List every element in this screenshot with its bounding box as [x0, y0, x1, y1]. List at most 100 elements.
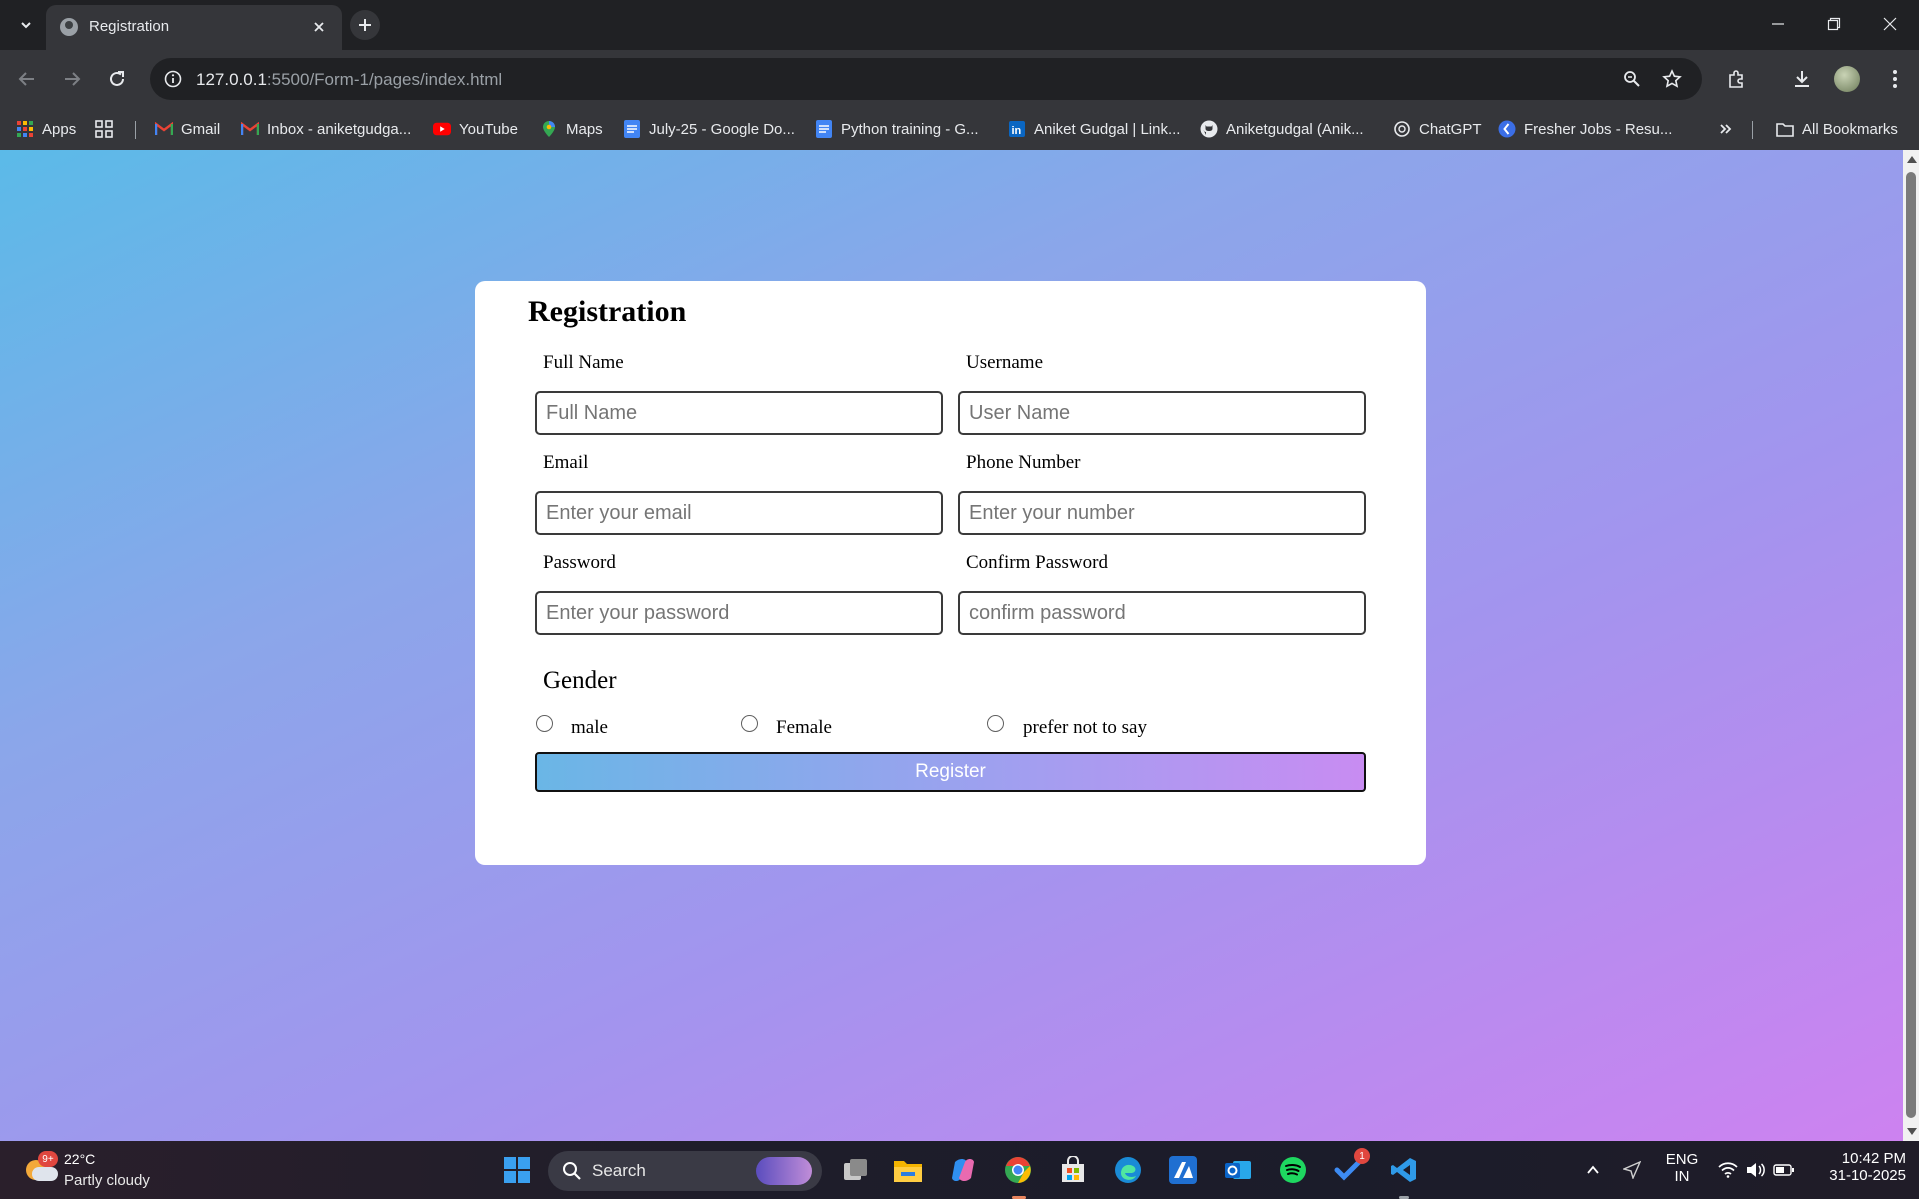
gender-male-radio[interactable]: [536, 715, 553, 732]
more-bookmarks-chevron-icon[interactable]: [1719, 118, 1733, 140]
back-arrow-icon[interactable]: [12, 64, 42, 94]
minimize-icon[interactable]: [1758, 8, 1798, 40]
gmail-icon: [155, 120, 173, 138]
weather-description: Partly cloudy: [64, 1172, 150, 1189]
phone-label: Phone Number: [966, 452, 1081, 473]
site-info-icon[interactable]: [160, 66, 186, 92]
tray-chevron-up-icon[interactable]: [1575, 1152, 1611, 1188]
svg-text:in: in: [1012, 125, 1022, 137]
chrome-icon[interactable]: [1000, 1152, 1036, 1188]
email-input[interactable]: [535, 491, 943, 535]
address-bar[interactable]: 127.0.0.1:5500/Form-1/pages/index.html: [150, 58, 1702, 100]
bookmark-divider: [1752, 121, 1753, 139]
azure-app-icon[interactable]: [1165, 1152, 1201, 1188]
scroll-down-arrow-icon[interactable]: [1907, 1128, 1917, 1135]
forward-arrow-icon[interactable]: [57, 64, 87, 94]
page-viewport: Registration Full Name Username Email Ph…: [0, 150, 1903, 1141]
tab-favicon-icon: [60, 18, 78, 36]
spotify-icon[interactable]: [1275, 1152, 1311, 1188]
download-icon[interactable]: [1788, 65, 1816, 93]
url-text: 127.0.0.1:5500/Form-1/pages/index.html: [196, 70, 503, 89]
edge-icon[interactable]: [1110, 1152, 1146, 1188]
gender-prefer-not-label: prefer not to say: [1023, 717, 1147, 738]
confirm-password-input[interactable]: [958, 591, 1366, 635]
outlook-icon[interactable]: [1220, 1152, 1256, 1188]
language-indicator[interactable]: ENG IN: [1664, 1151, 1700, 1185]
task-view-icon[interactable]: [838, 1152, 874, 1188]
close-window-icon[interactable]: [1870, 8, 1910, 40]
form-title: Registration: [528, 295, 687, 328]
registration-card: Registration Full Name Username Email Ph…: [475, 281, 1426, 865]
bookmark-github[interactable]: Aniketgudgal (Anik...: [1200, 118, 1364, 140]
gender-female-label: Female: [776, 717, 832, 738]
youtube-icon: [433, 120, 451, 138]
profile-avatar[interactable]: [1834, 66, 1860, 92]
search-icon: [563, 1162, 581, 1180]
gender-prefer-not-radio[interactable]: [987, 715, 1004, 732]
location-arrow-icon[interactable]: [1614, 1152, 1650, 1188]
bookmark-apps[interactable]: Apps: [16, 118, 76, 140]
restore-icon[interactable]: [1814, 8, 1854, 40]
gender-female-radio[interactable]: [741, 715, 758, 732]
scroll-thumb[interactable]: [1906, 172, 1916, 1118]
bookmark-gmail[interactable]: Gmail: [155, 118, 220, 140]
docs-icon: [623, 120, 641, 138]
vscode-icon[interactable]: [1386, 1152, 1422, 1188]
bookmark-star-icon[interactable]: [1660, 67, 1684, 91]
folder-icon: [1776, 120, 1794, 138]
username-input[interactable]: [958, 391, 1366, 435]
bookmark-linkedin[interactable]: in Aniket Gudgal | Link...: [1008, 118, 1180, 140]
bookmark-maps[interactable]: Maps: [540, 118, 603, 140]
file-explorer-icon[interactable]: [890, 1152, 926, 1188]
weather-partly-cloudy-icon[interactable]: 9+: [24, 1151, 58, 1185]
bookmark-youtube[interactable]: YouTube: [433, 118, 518, 140]
windows-start-icon[interactable]: [499, 1152, 535, 1188]
bookmark-inbox[interactable]: Inbox - aniketgudga...: [241, 118, 411, 140]
new-tab-plus-icon[interactable]: [350, 10, 380, 40]
maps-icon: [540, 120, 558, 138]
windows-taskbar: 9+ 22°C Partly cloudy Search 1 ENG IN 10…: [0, 1141, 1919, 1199]
tab-title: Registration: [89, 18, 170, 35]
password-input[interactable]: [535, 591, 943, 635]
search-label: Search: [592, 1161, 646, 1180]
bookmark-chatgpt[interactable]: ChatGPT: [1393, 118, 1482, 140]
clock[interactable]: 10:42 PM 31-10-2025: [1806, 1150, 1906, 1184]
bookmark-divider: [135, 121, 136, 139]
copilot-icon[interactable]: [945, 1152, 981, 1188]
username-label: Username: [966, 352, 1044, 373]
bookmark-july-doc[interactable]: July-25 - Google Do...: [623, 118, 795, 140]
bookmark-grid[interactable]: [95, 118, 113, 140]
all-bookmarks-button[interactable]: All Bookmarks: [1776, 118, 1898, 140]
reload-icon[interactable]: [102, 64, 132, 94]
browser-toolbar: 127.0.0.1:5500/Form-1/pages/index.html: [0, 50, 1919, 108]
todo-badge: 1: [1354, 1148, 1370, 1164]
page-scrollbar[interactable]: [1903, 150, 1919, 1141]
confirm-password-label: Confirm Password: [966, 552, 1108, 573]
tab-close-icon[interactable]: [308, 16, 330, 38]
register-button[interactable]: Register: [535, 752, 1366, 792]
gmail-icon: [241, 120, 259, 138]
menu-kebab-icon[interactable]: [1881, 65, 1909, 93]
todo-check-icon[interactable]: 1: [1330, 1148, 1370, 1188]
fresher-jobs-icon: [1498, 120, 1516, 138]
taskbar-search[interactable]: Search: [548, 1151, 822, 1191]
extensions-puzzle-icon[interactable]: [1722, 65, 1750, 93]
microsoft-store-icon[interactable]: [1055, 1152, 1091, 1188]
zoom-magnifier-icon[interactable]: [1620, 67, 1644, 91]
grid-icon: [95, 120, 113, 138]
battery-icon[interactable]: [1766, 1152, 1802, 1188]
password-label: Password: [543, 552, 616, 573]
weather-temperature: 22°C: [64, 1151, 96, 1167]
docs-icon: [815, 120, 833, 138]
bookmark-python-training[interactable]: Python training - G...: [815, 118, 979, 140]
tab-search-chevron-icon[interactable]: [12, 11, 40, 39]
gender-male-label: male: [571, 717, 608, 738]
scroll-up-arrow-icon[interactable]: [1907, 156, 1917, 163]
full-name-input[interactable]: [535, 391, 943, 435]
phone-input[interactable]: [958, 491, 1366, 535]
bookmarks-bar: Apps Gmail Inbox - aniketgudga... YouTub…: [0, 108, 1919, 150]
apps-grid-icon: [16, 120, 34, 138]
bookmark-fresher-jobs[interactable]: Fresher Jobs - Resu...: [1498, 118, 1672, 140]
active-tab[interactable]: Registration: [46, 5, 342, 50]
tab-strip: Registration: [0, 0, 1919, 50]
